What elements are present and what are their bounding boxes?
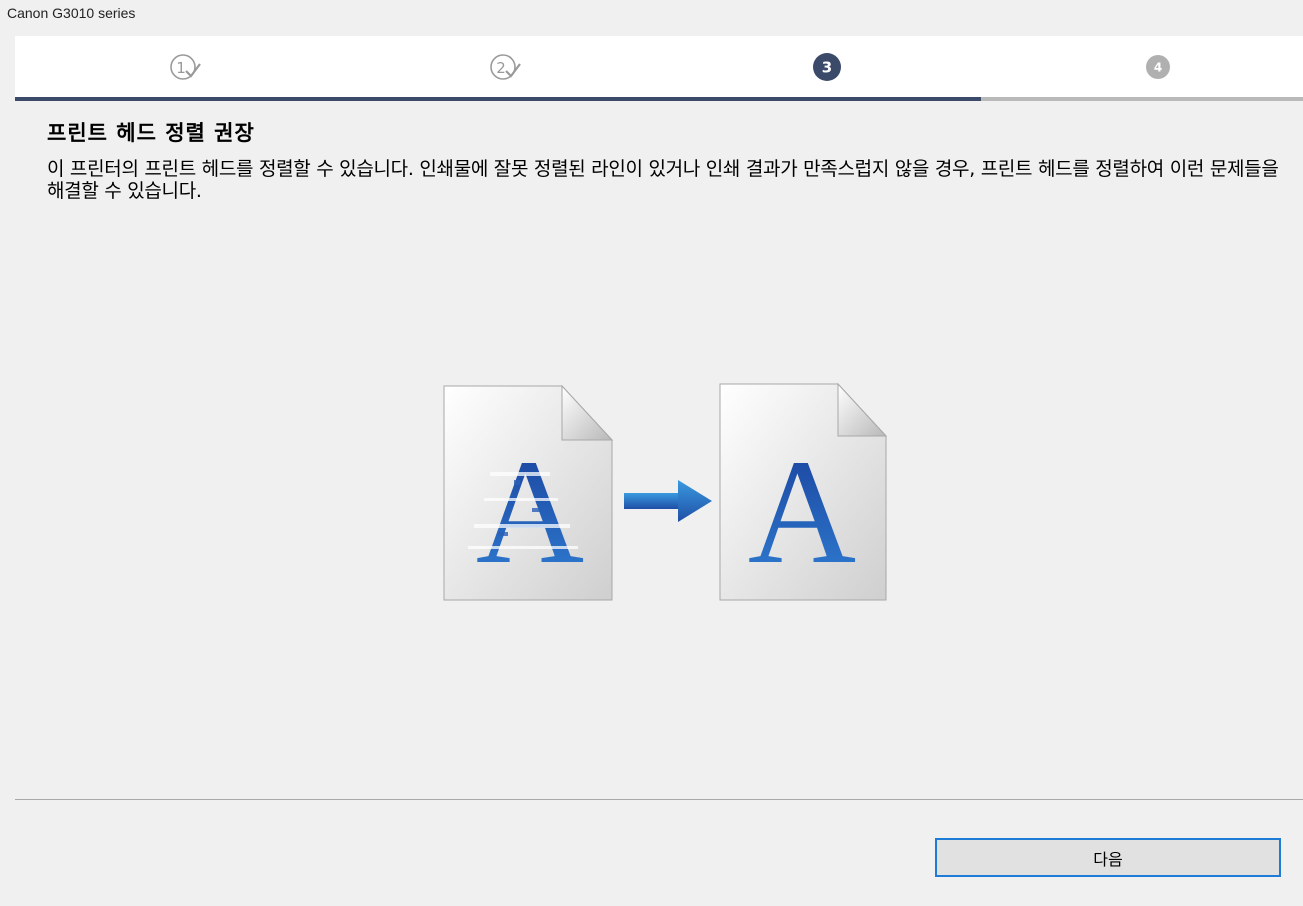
footer-divider [15,799,1303,800]
print-head-alignment-illustration: A A [440,380,892,610]
step-3-current-icon: 3 [810,51,844,85]
progress-bar-fill [15,97,981,101]
misaligned-letter-a-document-icon: A [443,384,614,601]
page-description: 이 프린터의 프린트 헤드를 정렬할 수 있습니다. 인쇄물에 잘못 정렬된 라… [47,158,1279,202]
right-arrow-icon [624,480,712,522]
svg-text:1: 1 [176,59,186,77]
step-4-upcoming-icon: 4 [1141,51,1175,85]
svg-text:A: A [476,429,584,595]
progress-bar [15,97,1303,101]
page-heading: 프린트 헤드 정렬 권장 [47,121,255,145]
step-2-completed-icon: 2 [488,51,522,85]
step-indicator: 1 2 3 4 [15,36,1303,98]
aligned-letter-a-document-icon: A [719,382,888,601]
svg-text:2: 2 [496,59,506,77]
svg-text:3: 3 [822,59,832,77]
step-1-completed-icon: 1 [168,51,202,85]
svg-text:A: A [748,429,856,595]
window-title: Canon G3010 series [7,5,136,21]
next-button[interactable]: 다음 [935,838,1281,877]
svg-text:4: 4 [1154,61,1162,75]
